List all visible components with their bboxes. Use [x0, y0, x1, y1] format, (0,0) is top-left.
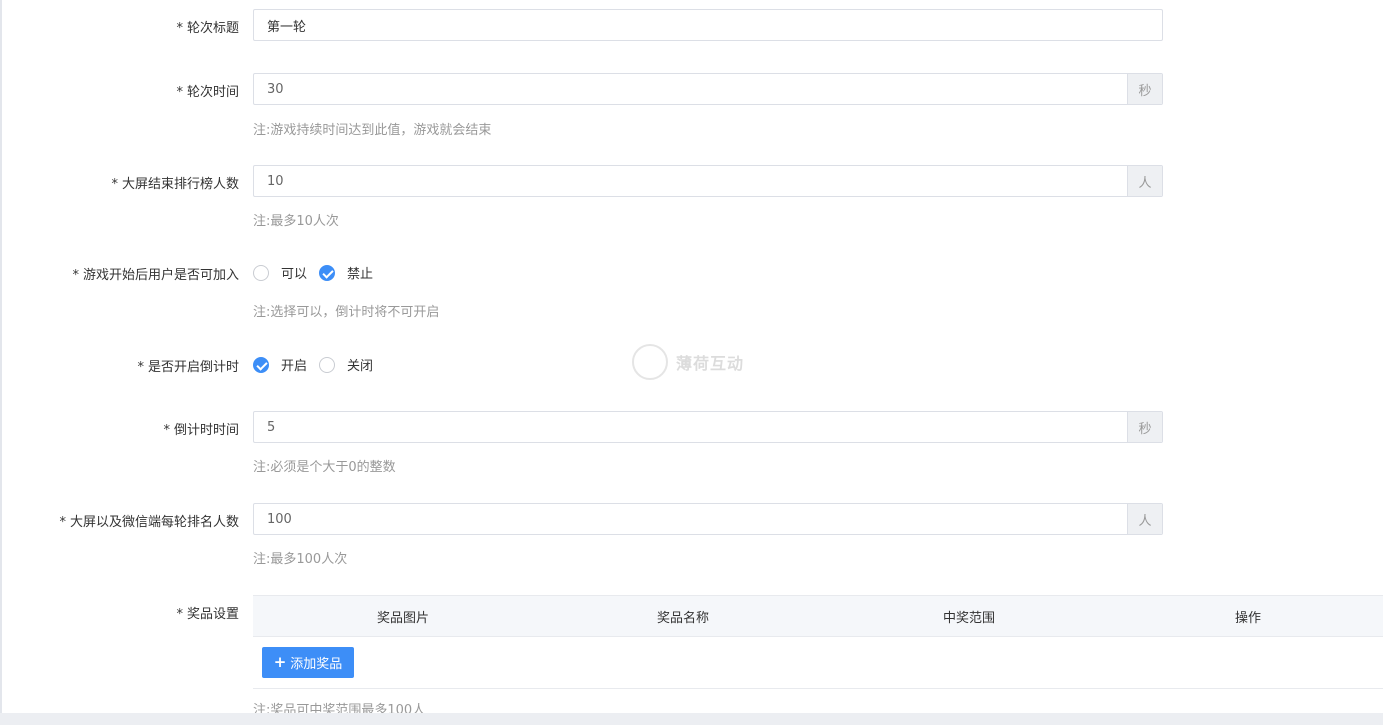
column-actions: 操作 — [1234, 610, 1261, 626]
prize-settings-label: * 奖品设置 — [0, 603, 239, 622]
round-time-label-text: 轮次时间 — [186, 85, 239, 100]
radio-allow[interactable]: 可以 — [253, 263, 307, 282]
radio-forbid-label: 禁止 — [347, 267, 374, 282]
countdown-time-field: 秒 — [253, 411, 1163, 443]
required-mark: * — [163, 423, 170, 438]
countdown-time-input[interactable] — [254, 412, 1127, 442]
round-time-note: 注:游戏持续时间达到此值，游戏就会结束 — [253, 123, 492, 138]
countdown-time-note: 注:必须是个大于0的整数 — [253, 460, 396, 475]
required-mark: * — [176, 85, 183, 100]
screen-rank-label: * 大屏结束排行榜人数 — [0, 173, 239, 192]
required-mark: * — [59, 515, 66, 530]
column-prize-image: 奖品图片 — [376, 610, 429, 626]
screen-rank-label-text: 大屏结束排行榜人数 — [121, 177, 239, 192]
watermark-text: 薄荷互动 — [676, 354, 745, 373]
add-prize-label: 添加奖品 — [290, 657, 343, 672]
radio-unchecked-icon — [253, 264, 269, 281]
horizontal-scrollbar[interactable] — [0, 713, 1383, 725]
round-time-label: * 轮次时间 — [0, 81, 239, 100]
radio-on-label: 开启 — [281, 359, 308, 374]
radio-checked-icon — [253, 356, 269, 373]
round-time-field: 秒 — [253, 73, 1163, 105]
round-time-unit: 秒 — [1127, 74, 1162, 104]
required-mark: * — [176, 607, 183, 622]
radio-off[interactable]: 关闭 — [319, 355, 373, 374]
join-after-start-note: 注:选择可以，倒计时将不可开启 — [253, 305, 440, 320]
round-rank-field: 人 — [253, 503, 1163, 535]
round-time-input[interactable] — [254, 74, 1127, 104]
countdown-enabled-label-text: 是否开启倒计时 — [147, 360, 239, 375]
countdown-time-label: * 倒计时时间 — [0, 419, 239, 438]
prize-table: 奖品图片 奖品名称 中奖范围 操作 + 添加奖品 — [253, 595, 1383, 689]
countdown-time-unit: 秒 — [1127, 412, 1162, 442]
prize-table-body: + 添加奖品 — [253, 637, 1383, 689]
round-title-label: * 轮次标题 — [0, 17, 239, 36]
watermark: 薄荷互动 — [632, 344, 744, 380]
add-prize-button[interactable]: + 添加奖品 — [262, 647, 354, 678]
required-mark: * — [72, 268, 79, 283]
countdown-time-label-text: 倒计时时间 — [173, 423, 239, 438]
countdown-enabled-label: * 是否开启倒计时 — [0, 356, 239, 375]
column-prize-name: 奖品名称 — [656, 610, 709, 626]
join-after-start-label: * 游戏开始后用户是否可加入 — [0, 264, 239, 283]
screen-rank-note: 注:最多10人次 — [253, 214, 339, 229]
radio-allow-label: 可以 — [281, 267, 308, 282]
required-mark: * — [176, 21, 183, 36]
prize-table-header: 奖品图片 奖品名称 中奖范围 操作 — [253, 596, 1383, 637]
join-after-start-radio-group: 可以 禁止 — [253, 263, 385, 282]
round-rank-note: 注:最多100人次 — [253, 552, 348, 567]
radio-forbid[interactable]: 禁止 — [319, 263, 373, 282]
join-after-start-label-text: 游戏开始后用户是否可加入 — [82, 268, 239, 283]
radio-unchecked-icon — [319, 356, 336, 373]
round-title-field — [253, 9, 1163, 41]
round-rank-label: * 大屏以及微信端每轮排名人数 — [0, 511, 239, 530]
round-rank-unit: 人 — [1127, 504, 1162, 534]
column-win-range: 中奖范围 — [942, 610, 995, 626]
watermark-logo-icon — [632, 344, 668, 380]
screen-rank-unit: 人 — [1127, 166, 1162, 196]
required-mark: * — [137, 360, 144, 375]
countdown-enabled-radio-group: 开启 关闭 — [253, 355, 385, 374]
prize-settings-label-text: 奖品设置 — [186, 607, 239, 622]
screen-rank-input[interactable] — [254, 166, 1127, 196]
screen-rank-field: 人 — [253, 165, 1163, 197]
radio-on[interactable]: 开启 — [253, 355, 307, 374]
round-rank-label-text: 大屏以及微信端每轮排名人数 — [69, 515, 239, 530]
plus-icon: + — [273, 653, 287, 671]
round-rank-input[interactable] — [254, 504, 1127, 534]
required-mark: * — [111, 177, 118, 192]
radio-off-label: 关闭 — [347, 359, 374, 374]
round-title-input[interactable] — [254, 10, 1162, 40]
radio-checked-icon — [319, 264, 336, 281]
round-title-label-text: 轮次标题 — [186, 21, 239, 36]
